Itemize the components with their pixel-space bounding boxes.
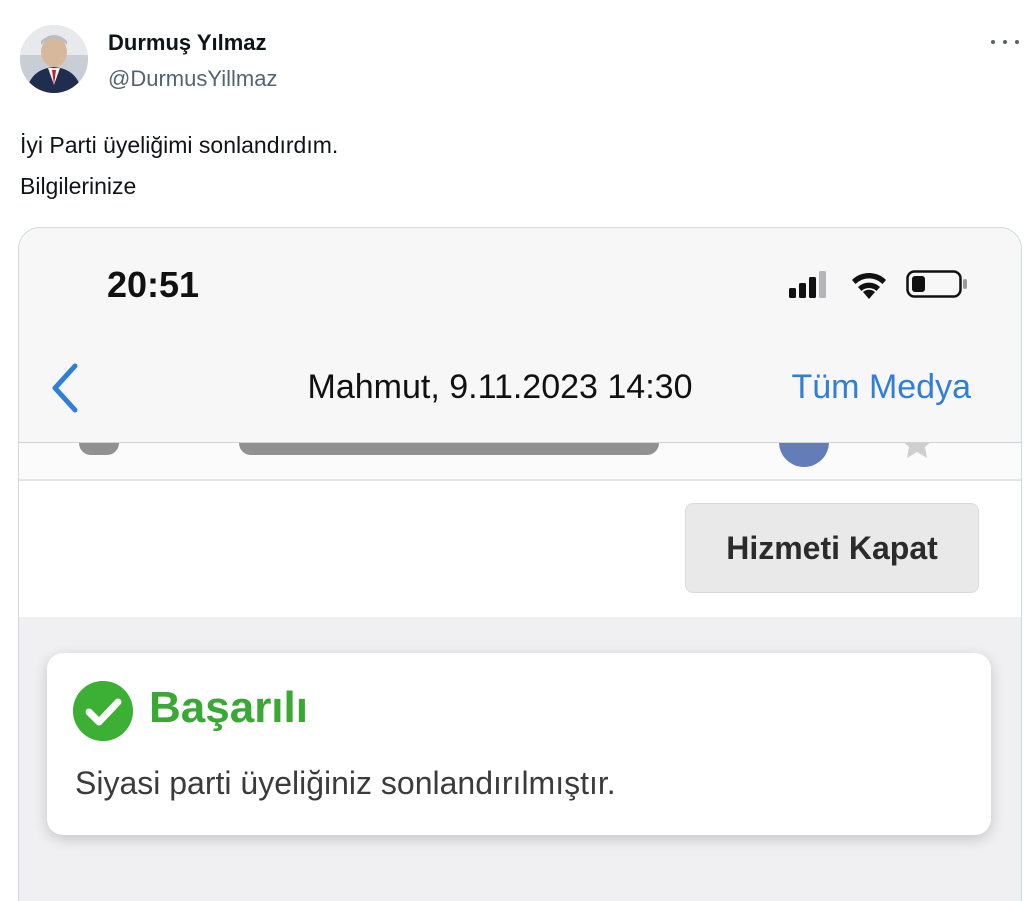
cellular-signal-icon [789, 271, 826, 298]
partial-logo-icon [779, 443, 829, 467]
tweet-line: Bilgilerinize [20, 173, 137, 199]
tweet-text: İyi Parti üyeliğimi sonlandırdım. Bilgil… [20, 125, 338, 207]
alert-title: Başarılı [149, 683, 308, 732]
author-name[interactable]: Durmuş Yılmaz [108, 30, 267, 56]
more-options-icon[interactable] [988, 30, 1022, 54]
success-alert: Başarılı Siyasi parti üyeliğiniz sonland… [47, 653, 991, 835]
blurred-text [239, 443, 659, 455]
service-panel: Hizmeti Kapat [19, 481, 1021, 617]
battery-icon [906, 270, 967, 298]
profile-photo-icon [20, 25, 88, 93]
alert-message: Siyasi parti üyeliğiniz sonlandırılmıştı… [75, 765, 616, 801]
close-service-button[interactable]: Hizmeti Kapat [685, 503, 979, 593]
avatar[interactable] [20, 25, 88, 93]
blurred-text [79, 443, 119, 455]
check-circle-icon [73, 681, 133, 741]
tweet-line: İyi Parti üyeliğimi sonlandırdım. [20, 132, 339, 158]
partial-content-strip [19, 443, 1021, 481]
phone-nav-bar: Mahmut, 9.11.2023 14:30 Tüm Medya [19, 328, 1021, 443]
result-area: Başarılı Siyasi parti üyeliğiniz sonland… [19, 617, 1021, 901]
phone-status-bar: 20:51 [19, 228, 1021, 328]
tweet-media-image[interactable]: 20:51 Mahmut, 9.11.2023 14:30 Tüm Medya [18, 227, 1022, 901]
all-media-link[interactable]: Tüm Medya [792, 368, 972, 407]
wifi-icon [852, 272, 886, 299]
nav-title: Mahmut, 9.11.2023 14:30 [307, 368, 693, 406]
author-handle[interactable]: @DurmusYillmaz [108, 66, 277, 92]
star-icon [904, 443, 930, 458]
status-time: 20:51 [107, 264, 200, 305]
